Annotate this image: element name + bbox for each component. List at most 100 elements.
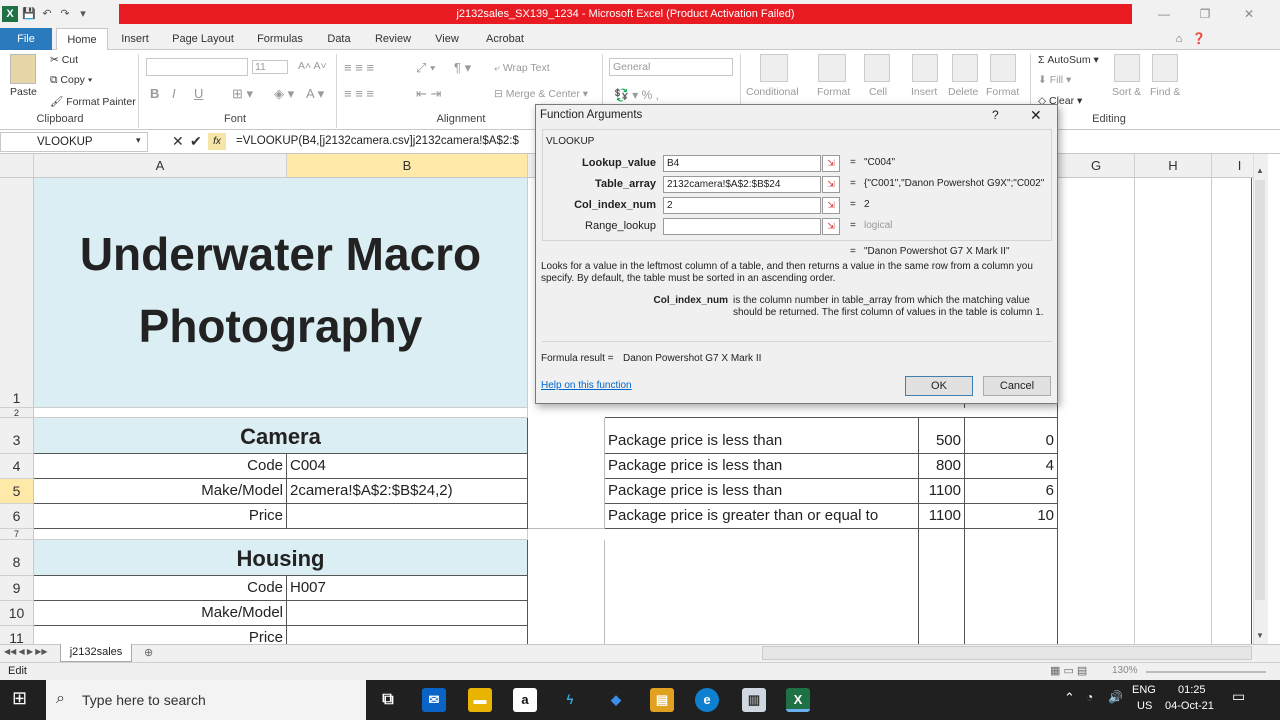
ribbon-collapse-icon[interactable]: ⌂: [1172, 28, 1186, 50]
maximize-button[interactable]: ❐: [1196, 6, 1214, 22]
windows-start-icon[interactable]: ⊞: [12, 688, 27, 709]
tab-review[interactable]: Review: [368, 28, 418, 50]
row-header-6[interactable]: 6: [0, 504, 34, 529]
row-header-3[interactable]: 3: [0, 418, 34, 454]
tab-view[interactable]: View: [430, 28, 464, 50]
tab-home[interactable]: Home: [56, 28, 108, 51]
cell-a8-housing[interactable]: Housing: [34, 540, 528, 576]
language-region[interactable]: US: [1137, 700, 1152, 712]
row-header-9[interactable]: 9: [0, 576, 34, 601]
tab-file[interactable]: File: [0, 28, 52, 50]
column-h-cells[interactable]: [1135, 178, 1212, 644]
select-all-corner[interactable]: [0, 154, 34, 178]
horizontal-scrollbar[interactable]: [762, 646, 1252, 660]
name-box-dropdown-icon[interactable]: ▾: [136, 135, 141, 146]
cell-f4[interactable]: 4: [965, 454, 1058, 479]
wrap-text-button[interactable]: ⤶ Wrap Text: [494, 62, 550, 75]
cancel-button[interactable]: Cancel: [983, 376, 1051, 396]
scroll-up-icon[interactable]: ▲: [1256, 166, 1264, 175]
autosum-button[interactable]: Σ AutoSum ▾: [1038, 54, 1099, 66]
column-i-cells[interactable]: [1212, 178, 1252, 644]
cell-e4[interactable]: 800: [919, 454, 965, 479]
power-automate-icon[interactable]: ϟ: [558, 688, 582, 712]
help-on-function-link[interactable]: Help on this function: [541, 380, 632, 391]
find-select-button[interactable]: Find &: [1150, 86, 1180, 98]
sheet-nav-icons[interactable]: ◀◀ ◀ ▶ ▶▶: [4, 647, 48, 656]
cell-row2-right[interactable]: [605, 408, 1058, 418]
clock-date[interactable]: 04-Oct-21: [1165, 700, 1214, 712]
column-header-g[interactable]: G: [1058, 154, 1135, 178]
save-icon[interactable]: 💾: [22, 7, 36, 21]
mail-icon[interactable]: ✉: [422, 688, 446, 712]
insert-cells-icon[interactable]: [912, 54, 938, 82]
collapse-dialog-icon[interactable]: ⇲: [822, 197, 840, 214]
font-size-box[interactable]: 11: [252, 60, 288, 74]
conditional-formatting-icon[interactable]: [760, 54, 788, 82]
column-header-b[interactable]: B: [287, 154, 528, 178]
cut-button[interactable]: ✂ Cut: [50, 54, 78, 66]
row-header-7[interactable]: 7: [0, 529, 34, 540]
column-header-h[interactable]: H: [1135, 154, 1212, 178]
minimize-button[interactable]: —: [1155, 6, 1173, 22]
sort-filter-button[interactable]: Sort &: [1112, 86, 1141, 98]
copy-button[interactable]: ⧉ Copy ▾: [50, 74, 92, 87]
row-header-8[interactable]: 8: [0, 540, 34, 576]
cell-a10[interactable]: Make/Model: [34, 601, 287, 626]
tab-insert[interactable]: Insert: [112, 28, 158, 50]
format-painter-button[interactable]: 🖌 Format Painter: [50, 95, 136, 108]
cell-f-block[interactable]: [965, 529, 1058, 644]
cell-b10[interactable]: [287, 601, 528, 626]
cell-b6[interactable]: [287, 504, 528, 529]
vertical-scroll-thumb[interactable]: [1255, 180, 1265, 600]
insert-function-icon[interactable]: fx: [208, 133, 226, 150]
cell-row7[interactable]: [34, 529, 528, 540]
conditional-formatting-button[interactable]: Conditional: [746, 86, 799, 98]
cell-a3-camera[interactable]: Camera: [34, 418, 528, 454]
clock-time[interactable]: 01:25: [1178, 684, 1206, 696]
cell-f6[interactable]: 10: [965, 504, 1058, 529]
file-explorer-icon[interactable]: ▬: [468, 688, 492, 712]
zoom-slider[interactable]: [1146, 671, 1266, 673]
dropbox-icon[interactable]: ◆: [604, 688, 628, 712]
cell-e6[interactable]: 1100: [919, 504, 965, 529]
number-format-box[interactable]: General: [609, 58, 733, 76]
new-sheet-icon[interactable]: ⊕: [144, 646, 153, 659]
cell-d4[interactable]: Package price is less than: [605, 454, 919, 479]
collapse-dialog-icon[interactable]: ⇲: [822, 176, 840, 193]
orientation-icon[interactable]: ⤢ ▾: [416, 60, 435, 76]
volume-icon[interactable]: 🔊: [1108, 690, 1123, 704]
language-en[interactable]: ENG: [1132, 684, 1156, 696]
tab-acrobat[interactable]: Acrobat: [480, 28, 530, 50]
font-name-box[interactable]: [146, 58, 248, 76]
cell-styles-button[interactable]: Cell: [869, 86, 887, 98]
row-header-11[interactable]: 11: [0, 626, 34, 644]
merge-center-button[interactable]: ⊟ Merge & Center ▾: [494, 88, 588, 100]
cell-a6[interactable]: Price: [34, 504, 287, 529]
amazon-icon[interactable]: a: [513, 688, 537, 712]
row-header-1[interactable]: 1: [0, 178, 34, 408]
cell-b9[interactable]: H007: [287, 576, 528, 601]
rtl-icon[interactable]: ¶ ▾: [454, 60, 471, 76]
network-icon[interactable]: ◔: [1086, 690, 1093, 704]
zoom-level[interactable]: 130%: [1112, 665, 1138, 676]
cell-d3[interactable]: Package price is less than: [605, 418, 919, 454]
excel-taskbar-icon[interactable]: X: [786, 688, 810, 712]
name-box[interactable]: VLOOKUP: [0, 132, 148, 152]
cell-d6[interactable]: Package price is greater than or equal t…: [605, 504, 919, 529]
underline-button[interactable]: U: [194, 86, 203, 101]
delete-cells-icon[interactable]: [952, 54, 978, 82]
currency-icon[interactable]: 💱 ▾ % ,: [614, 88, 659, 102]
sort-filter-icon[interactable]: [1114, 54, 1140, 82]
notifications-icon[interactable]: ▭: [1232, 688, 1245, 705]
insert-cells-button[interactable]: Insert: [911, 86, 937, 98]
cell-e-block[interactable]: [919, 529, 965, 644]
cell-d5[interactable]: Package price is less than: [605, 479, 919, 504]
format-cells-button[interactable]: Format: [986, 86, 1019, 98]
undo-icon[interactable]: ↶: [40, 7, 54, 21]
cell-f5[interactable]: 6: [965, 479, 1058, 504]
cell-c-block2[interactable]: [528, 540, 605, 644]
format-cells-icon[interactable]: [990, 54, 1016, 82]
view-buttons-icon[interactable]: ▦ ▭ ▤: [1050, 664, 1087, 677]
font-color-icon[interactable]: A ▾: [306, 86, 324, 102]
fill-color-icon[interactable]: ◈ ▾: [274, 86, 294, 102]
